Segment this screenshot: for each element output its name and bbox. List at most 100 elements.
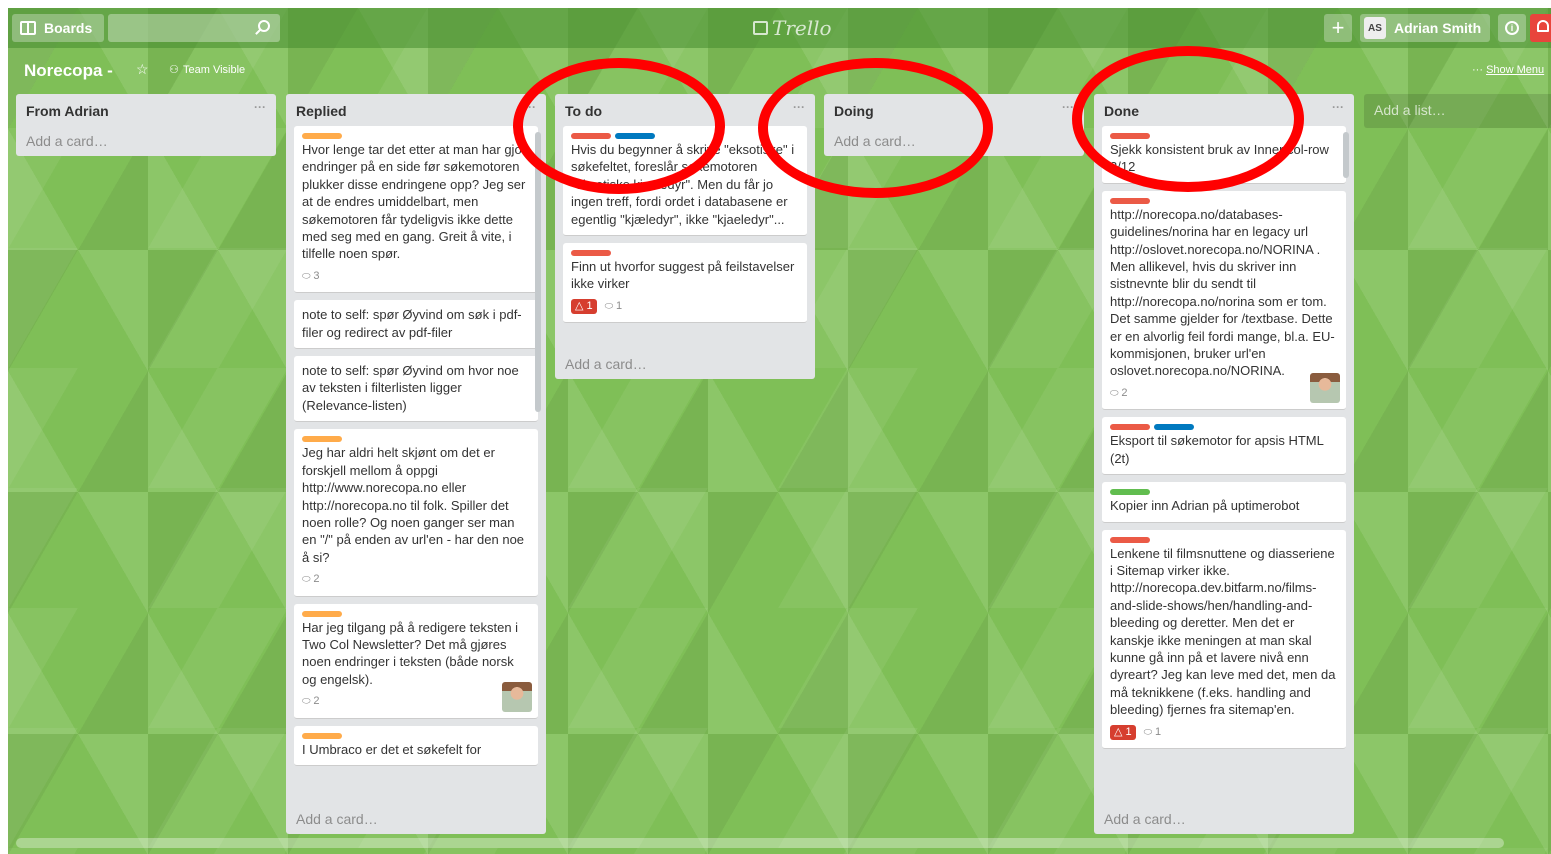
plus-icon: + xyxy=(1331,15,1345,40)
list-header[interactable]: From Adrian ··· xyxy=(16,94,276,126)
list-title[interactable]: To do xyxy=(565,103,602,119)
card[interactable]: Hvor lenge tar det etter at man har gjor… xyxy=(294,126,538,294)
comments-badge: ⬭ 2 xyxy=(1110,385,1127,402)
card-title: Hvis du begynner å skrive "eksotiske" i … xyxy=(571,142,795,227)
card-badges: △ 1 ⬭ 1 xyxy=(1110,724,1338,741)
search-icon[interactable] xyxy=(258,20,270,32)
card-badges: ⬭ 2 xyxy=(1110,385,1338,402)
list-menu-icon[interactable]: ··· xyxy=(524,100,536,114)
card[interactable]: Jeg har aldri helt skjønt om det er fors… xyxy=(294,429,538,597)
card[interactable]: note to self: spør Øyvind om hvor noe av… xyxy=(294,356,538,423)
card-title: Jeg har aldri helt skjønt om det er fors… xyxy=(302,445,525,565)
list-menu-icon[interactable]: ··· xyxy=(1062,100,1074,114)
comments-badge: ⬭ 3 xyxy=(302,268,319,285)
card[interactable]: Lenkene til filmsnuttene og diasseriene … xyxy=(1102,529,1346,749)
add-card-button[interactable]: Add a card… xyxy=(1094,804,1354,834)
card-labels xyxy=(302,610,530,617)
search-input[interactable] xyxy=(108,14,280,42)
add-card-button[interactable]: Add a card… xyxy=(555,349,815,379)
card[interactable]: Har jeg tilgang på å redigere teksten i … xyxy=(294,603,538,719)
list-header[interactable]: Done ··· xyxy=(1094,94,1354,126)
label-red xyxy=(1110,424,1150,431)
card-badges: ⬭ 2 xyxy=(302,571,530,588)
label-blue xyxy=(615,133,655,139)
card[interactable]: http://norecopa.no/databases-guidelines/… xyxy=(1102,190,1346,411)
list-menu-icon[interactable]: ··· xyxy=(254,100,266,114)
list-header[interactable]: Replied ··· xyxy=(286,94,546,126)
card-title: Har jeg tilgang på å redigere teksten i … xyxy=(302,619,519,687)
comment-count: 1 xyxy=(615,299,623,312)
add-card-button[interactable]: Add a card… xyxy=(16,126,276,156)
card-badges: ⬭ 2 xyxy=(302,693,530,710)
member-menu-button[interactable]: AS Adrian Smith xyxy=(1360,14,1490,42)
add-list-button[interactable]: Add a list… xyxy=(1364,94,1551,128)
list-done: Done ··· Sjekk konsistent bruk av Inner co… xyxy=(1094,94,1354,834)
comment-icon: ⬭ xyxy=(1110,387,1122,399)
label-red xyxy=(571,250,611,257)
label-blue xyxy=(1154,424,1194,431)
list-title[interactable]: Done xyxy=(1104,103,1139,119)
label-orange xyxy=(302,436,342,443)
logo-text: Trello xyxy=(772,16,832,40)
list-from-adrian: From Adrian ··· Add a card… xyxy=(16,94,276,156)
card-title: Lenkene til filmsnuttene og diasseriene … xyxy=(1110,545,1336,718)
card-labels xyxy=(302,133,530,139)
comments-badge: ⬭ 2 xyxy=(302,693,319,710)
info-icon: i xyxy=(1505,21,1519,35)
notifications-button[interactable] xyxy=(1530,14,1551,42)
member-avatar[interactable] xyxy=(1310,373,1340,404)
top-bar: Boards Trello + AS Adrian Smith i xyxy=(8,8,1551,48)
card[interactable]: Kopier inn Adrian på uptimerobot xyxy=(1102,482,1346,523)
card[interactable]: Sjekk konsistent bruk av Inner col-row 3… xyxy=(1102,126,1346,184)
list-scrollbar[interactable] xyxy=(535,132,541,412)
card-labels xyxy=(1110,489,1338,496)
list-to-do: To do ··· Hvis du begynner å skrive "eksot… xyxy=(555,94,815,379)
card-list: Hvor lenge tar det etter at man har gjor… xyxy=(286,126,546,804)
star-icon[interactable]: ☆ xyxy=(136,61,149,78)
card-labels xyxy=(571,133,799,139)
board-title[interactable]: Norecopa - xyxy=(24,61,113,81)
label-orange xyxy=(302,610,342,617)
bell-icon xyxy=(1537,20,1549,32)
card-title: Kopier inn Adrian på uptimerobot xyxy=(1110,498,1300,514)
comment-icon: ⬭ xyxy=(1143,726,1155,738)
show-menu-link[interactable]: ··· Show Menu xyxy=(1472,64,1544,76)
list-menu-icon[interactable]: ··· xyxy=(1332,100,1344,114)
card-list: Sjekk konsistent bruk av Inner col-row 3… xyxy=(1094,126,1354,804)
list-title[interactable]: From Adrian xyxy=(26,103,109,119)
card[interactable]: I Umbraco er det et søkefelt for xyxy=(294,725,538,766)
list-title[interactable]: Doing xyxy=(834,103,874,119)
comments-badge: ⬭ 2 xyxy=(302,571,319,588)
comment-count: 2 xyxy=(313,695,320,708)
list-title[interactable]: Replied xyxy=(296,103,347,119)
add-card-button[interactable]: Add a card… xyxy=(286,804,546,834)
list-scrollbar[interactable] xyxy=(1343,132,1349,178)
list-doing: Doing ··· Add a card… xyxy=(824,94,1084,156)
info-button[interactable]: i xyxy=(1498,14,1526,42)
list-replied: Replied ··· Hvor lenge tar det etter at ma… xyxy=(286,94,546,834)
list-header[interactable]: To do ··· xyxy=(555,94,815,126)
label-green xyxy=(1110,489,1150,496)
trello-logo[interactable]: Trello xyxy=(753,16,832,40)
list-menu-icon[interactable]: ··· xyxy=(793,100,805,114)
boards-button[interactable]: Boards xyxy=(12,14,104,42)
card-title: Sjekk konsistent bruk av Inner col-row 3… xyxy=(1110,142,1329,175)
visibility-label[interactable]: Team Visible xyxy=(183,64,245,76)
card[interactable]: Finn ut hvorfor suggest på feilstavelser… xyxy=(563,243,807,324)
bell-icon: △ xyxy=(1114,725,1126,738)
card[interactable]: note to self: spør Øyvind om søk i pdf-f… xyxy=(294,300,538,350)
member-avatar[interactable] xyxy=(502,681,532,712)
label-orange xyxy=(302,732,342,739)
horizontal-scrollbar[interactable] xyxy=(16,838,1504,848)
card[interactable]: Eksport til søkemotor for apsis HTML (2t… xyxy=(1102,417,1346,476)
trello-logo-icon xyxy=(753,21,768,35)
card[interactable]: Hvis du begynner å skrive "eksotiske" i … xyxy=(563,126,807,237)
add-button[interactable]: + xyxy=(1324,14,1352,42)
comment-count: 1 xyxy=(1154,725,1162,738)
add-card-button[interactable]: Add a card… xyxy=(824,126,1084,156)
label-red xyxy=(1110,536,1150,543)
boards-label: Boards xyxy=(44,20,93,36)
card-title: note to self: spør Øyvind om hvor noe av… xyxy=(302,363,519,413)
list-header[interactable]: Doing ··· xyxy=(824,94,1084,126)
card-list: Hvis du begynner å skrive "eksotiske" i … xyxy=(555,126,815,349)
